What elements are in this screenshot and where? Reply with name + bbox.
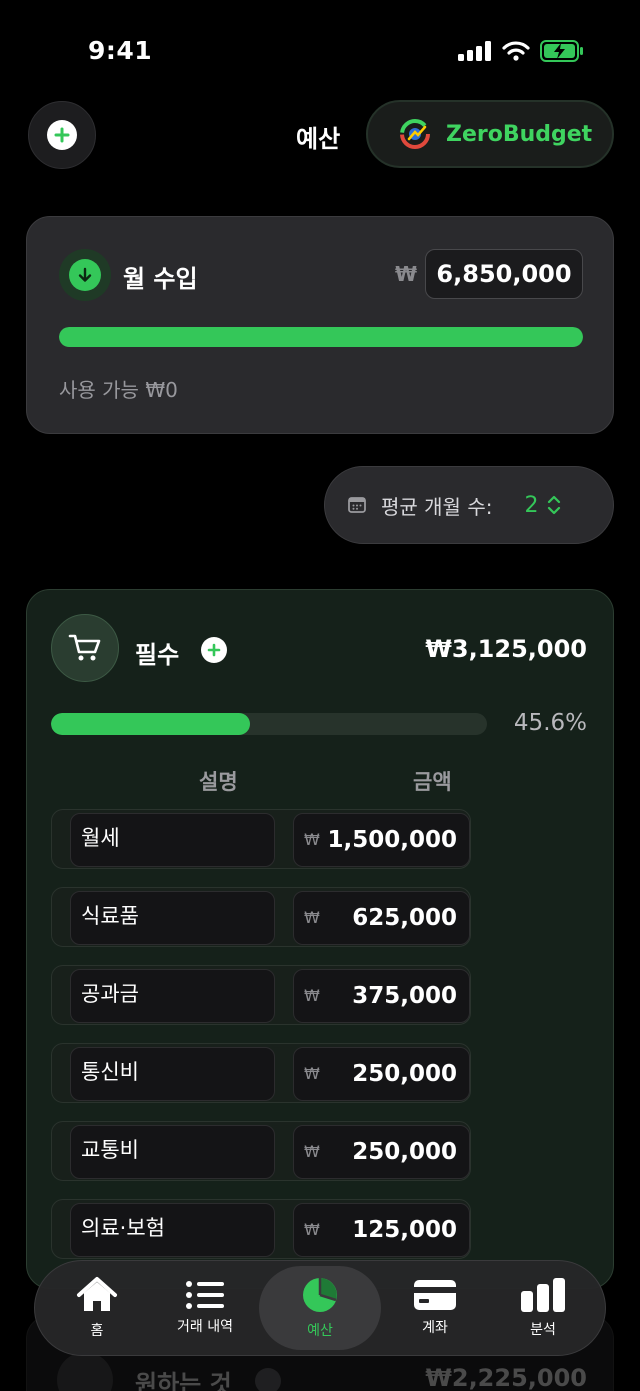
tab-budget[interactable]: 예산 [259, 1266, 381, 1350]
avg-months-label: 평균 개월 수: [381, 494, 493, 519]
category-percent: 45.6% [513, 710, 587, 736]
category-progress-bar [51, 713, 487, 735]
status-time: 9:41 [88, 36, 153, 65]
income-amount-input[interactable] [425, 249, 583, 299]
add-button[interactable] [28, 101, 96, 169]
item-amount-field[interactable]: ₩ 250,000 [293, 1047, 470, 1101]
income-icon [59, 249, 111, 301]
item-row: 교통비 ₩ 250,000 [51, 1121, 471, 1181]
item-amount: 250,000 [352, 1061, 457, 1087]
logo-icon [400, 119, 430, 149]
page-title: 예산 [296, 125, 341, 153]
category-progress-fill [51, 713, 250, 735]
currency-symbol: ₩ [304, 986, 320, 1005]
currency-symbol: ₩ [304, 1220, 320, 1239]
category-name: 필수 [135, 641, 180, 669]
item-description-field[interactable]: 의료·보험 [70, 1203, 275, 1257]
income-card: 월 수입 ₩ 사용 가능 ₩0 [26, 216, 614, 434]
list-icon [186, 1281, 224, 1309]
item-amount-field[interactable]: ₩ 1,500,000 [293, 813, 470, 867]
column-header-amount: 금액 [413, 770, 452, 794]
avg-months-selector[interactable]: 평균 개월 수: 2 [324, 466, 614, 544]
plus-icon [255, 1368, 281, 1391]
bar-chart-icon [521, 1278, 565, 1312]
item-row: 통신비 ₩ 250,000 [51, 1043, 471, 1103]
item-row: 식료품 ₩ 625,000 [51, 887, 471, 947]
tab-label: 계좌 [422, 1320, 448, 1336]
item-amount: 375,000 [352, 983, 457, 1009]
item-row: 공과금 ₩ 375,000 [51, 965, 471, 1025]
wifi-icon [502, 41, 530, 61]
item-description-field[interactable]: 공과금 [70, 969, 275, 1023]
category-card: 필수 ₩3,125,000 45.6% 설명 금액 월세 ₩ 1,500,000… [26, 589, 614, 1289]
item-amount: 625,000 [352, 905, 457, 931]
calendar-icon [348, 497, 366, 513]
income-progress-bar [59, 327, 583, 347]
chevron-up-down-icon [548, 495, 561, 515]
item-description-field[interactable]: 월세 [70, 813, 275, 867]
next-category-name: 원하는 것 [135, 1370, 232, 1391]
credit-card-icon [414, 1280, 456, 1310]
currency-symbol: ₩ [304, 908, 320, 927]
cart-icon [51, 614, 119, 682]
plus-icon [47, 120, 77, 150]
item-amount-field[interactable]: ₩ 250,000 [293, 1125, 470, 1179]
item-amount-field[interactable]: ₩ 125,000 [293, 1203, 470, 1257]
item-description-field[interactable]: 통신비 [70, 1047, 275, 1101]
tab-label: 홈 [90, 1323, 104, 1339]
battery-charging-icon [540, 40, 583, 62]
item-amount: 1,500,000 [327, 827, 458, 853]
income-label: 월 수입 [123, 265, 198, 293]
item-amount: 250,000 [352, 1139, 457, 1165]
item-amount: 125,000 [352, 1217, 457, 1243]
signal-icon [458, 41, 491, 61]
tab-accounts[interactable]: 계좌 [381, 1266, 489, 1350]
party-icon [57, 1352, 113, 1391]
tab-home[interactable]: 홈 [43, 1266, 151, 1350]
item-row: 월세 ₩ 1,500,000 [51, 809, 471, 869]
column-header-description: 설명 [199, 770, 238, 794]
arrow-down-icon [69, 259, 101, 291]
tab-label: 거래 내역 [177, 1319, 233, 1335]
item-list: 월세 ₩ 1,500,000 식료품 ₩ 625,000 공과금 ₩ 375,0… [51, 809, 471, 1277]
currency-symbol: ₩ [304, 830, 320, 849]
item-amount-field[interactable]: ₩ 375,000 [293, 969, 470, 1023]
currency-symbol: ₩ [304, 1064, 320, 1083]
item-row: 의료·보험 ₩ 125,000 [51, 1199, 471, 1259]
item-description-field[interactable]: 교통비 [70, 1125, 275, 1179]
category-total: ₩3,125,000 [425, 635, 587, 663]
item-amount-field[interactable]: ₩ 625,000 [293, 891, 470, 945]
tab-label: 예산 [307, 1323, 333, 1339]
income-progress-fill [59, 327, 583, 347]
tab-label: 분석 [530, 1322, 556, 1338]
avg-months-value: 2 [524, 492, 539, 518]
brand-name: ZeroBudget [446, 121, 593, 147]
add-item-button[interactable] [201, 637, 227, 663]
pie-chart-icon [303, 1278, 337, 1312]
item-description-field[interactable]: 식료품 [70, 891, 275, 945]
currency-symbol: ₩ [304, 1142, 320, 1161]
next-category-total: ₩2,225,000 [425, 1364, 587, 1391]
tab-analytics[interactable]: 분석 [489, 1266, 597, 1350]
status-icons [458, 40, 584, 62]
tab-transactions[interactable]: 거래 내역 [151, 1266, 259, 1350]
house-icon [77, 1277, 117, 1311]
currency-symbol: ₩ [395, 262, 418, 286]
tab-bar: 홈 거래 내역 예산 계좌 분석 [34, 1260, 606, 1356]
brand-button[interactable]: ZeroBudget [366, 100, 614, 168]
available-amount: 사용 가능 ₩0 [59, 378, 178, 402]
